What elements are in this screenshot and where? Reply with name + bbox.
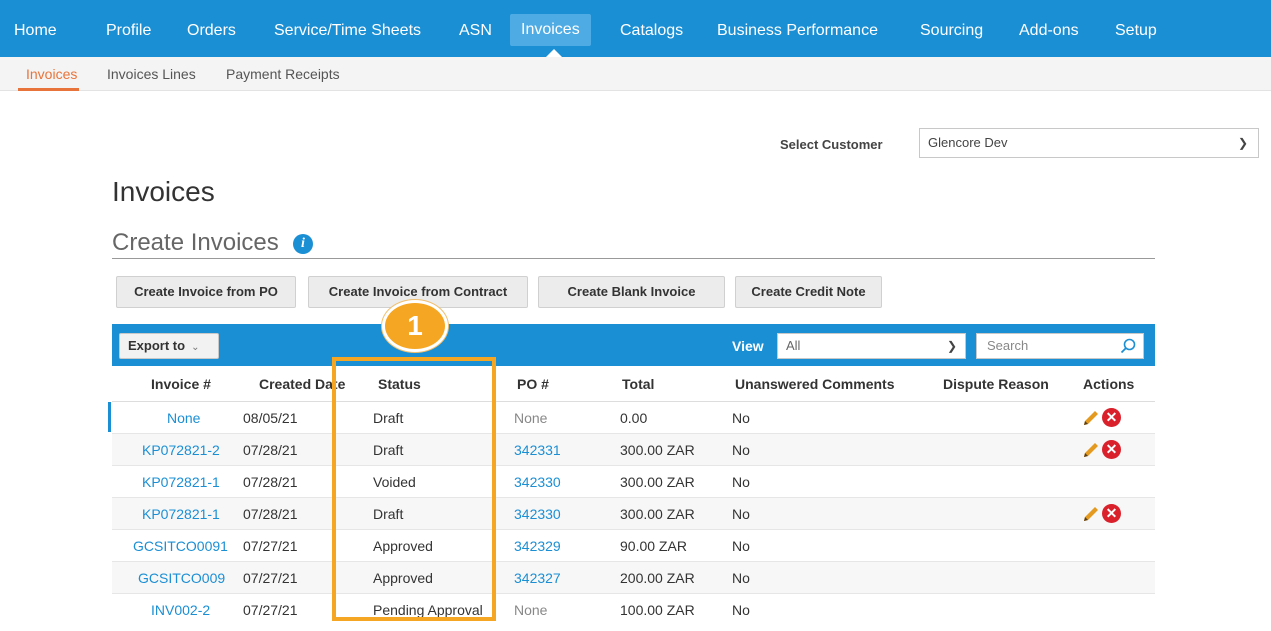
chevron-down-icon: ❯ [1237,136,1248,150]
invoice-number-link[interactable]: KP072821-1 [142,466,220,498]
table-row[interactable]: INV002-2 07/27/21 Pending Approval None … [112,594,1155,623]
nav-service-time-sheets[interactable]: Service/Time Sheets [274,0,421,57]
total-cell: 90.00 ZAR [620,538,687,554]
create-credit-note-button[interactable]: Create Credit Note [735,276,882,308]
table-row[interactable]: KP072821-1 07/28/21 Voided 342330 300.00… [112,466,1155,498]
total-cell: 0.00 [620,410,648,426]
column-header-actions: Actions [1083,376,1135,392]
po-number-cell: None [514,602,548,618]
pencil-icon[interactable] [1082,505,1100,523]
step-badge: 1 [382,300,448,352]
pencil-icon[interactable] [1082,441,1100,459]
created-date-cell: 07/27/21 [243,538,298,554]
chevron-down-icon: ❯ [946,339,957,353]
subnav-invoices-lines[interactable]: Invoices Lines [107,57,196,91]
nav-orders[interactable]: Orders [187,0,236,57]
comments-cell: No [732,474,750,490]
po-number-link[interactable]: 342330 [514,498,561,530]
page-title: Invoices [112,176,215,207]
select-customer-label: Select Customer [780,137,883,152]
status-column-highlight [332,357,496,621]
view-select[interactable]: All ❯ [777,333,966,359]
table-row[interactable]: KP072821-2 07/28/21 Draft 342331 300.00 … [112,434,1155,466]
export-to-label: Export to [128,338,186,353]
total-cell: 300.00 ZAR [620,506,695,522]
invoice-number-link[interactable]: KP072821-1 [142,498,220,530]
created-date-cell: 07/28/21 [243,474,298,490]
po-number-link[interactable]: 342327 [514,562,561,594]
column-header-unanswered-comments[interactable]: Unanswered Comments [735,366,894,402]
create-blank-invoice-button[interactable]: Create Blank Invoice [538,276,725,308]
nav-sourcing[interactable]: Sourcing [920,0,983,57]
table-row[interactable]: KP072821-1 07/28/21 Draft 342330 300.00 … [112,498,1155,530]
view-select-value: All [786,338,801,353]
search-placeholder: Search [987,338,1029,353]
comments-cell: No [732,602,750,618]
comments-cell: No [732,442,750,458]
comments-cell: No [732,538,750,554]
invoice-number-link[interactable]: INV002-2 [151,602,210,631]
column-header-total[interactable]: Total [622,366,654,402]
total-cell: 300.00 ZAR [620,474,695,490]
delete-icon[interactable]: ✕ [1102,408,1121,427]
table-row[interactable]: GCSITCO0091 07/27/21 Approved 342329 90.… [112,530,1155,562]
invoice-number-link[interactable]: GCSITCO0091 [133,530,228,562]
sub-nav: Invoices Invoices Lines Payment Receipts [0,57,1271,91]
delete-icon[interactable]: ✕ [1102,504,1121,523]
invoice-number-link[interactable]: GCSITCO009 [138,562,225,594]
search-icon[interactable] [1119,337,1137,355]
created-date-cell: 08/05/21 [243,410,298,426]
top-nav: Home Profile Orders Service/Time Sheets … [0,0,1271,57]
po-number-link[interactable]: 342330 [514,466,561,498]
nav-invoices[interactable]: Invoices [510,14,591,46]
created-date-cell: 07/27/21 [243,602,298,618]
delete-icon[interactable]: ✕ [1102,440,1121,459]
created-date-cell: 07/27/21 [243,570,298,586]
customer-select[interactable]: Glencore Dev ❯ [919,128,1259,158]
invoice-number-link[interactable]: None [167,402,200,434]
column-header-dispute-reason[interactable]: Dispute Reason [943,366,1049,402]
info-icon[interactable]: i [293,234,313,254]
total-cell: 300.00 ZAR [620,442,695,458]
comments-cell: No [732,506,750,522]
table-row[interactable]: GCSITCO009 07/27/21 Approved 342327 200.… [112,562,1155,594]
nav-catalogs[interactable]: Catalogs [620,0,683,57]
created-date-cell: 07/28/21 [243,442,298,458]
comments-cell: No [732,410,750,426]
comments-cell: No [732,570,750,586]
search-input[interactable]: Search [976,333,1144,359]
section-divider [112,258,1155,259]
export-to-button[interactable]: Export to ⌄ [119,333,219,359]
created-date-cell: 07/28/21 [243,506,298,522]
nav-add-ons[interactable]: Add-ons [1019,0,1079,57]
nav-asn[interactable]: ASN [459,0,492,57]
total-cell: 100.00 ZAR [620,602,695,618]
nav-home[interactable]: Home [14,0,57,57]
po-number-link[interactable]: 342331 [514,434,561,466]
subnav-active-underline [18,88,79,91]
pencil-icon[interactable] [1082,409,1100,427]
nav-business-performance[interactable]: Business Performance [717,0,878,57]
nav-setup[interactable]: Setup [1115,0,1157,57]
subnav-payment-receipts[interactable]: Payment Receipts [226,57,340,91]
subnav-invoices[interactable]: Invoices [26,57,77,91]
nav-profile[interactable]: Profile [106,0,151,57]
view-label: View [732,338,764,354]
customer-select-value: Glencore Dev [928,135,1008,150]
row-selected-marker [108,402,111,432]
active-tab-caret-icon [546,49,562,57]
chevron-down-icon: ⌄ [191,342,200,353]
table-row[interactable]: None 08/05/21 Draft None 0.00 No [112,402,1155,434]
total-cell: 200.00 ZAR [620,570,695,586]
column-header-po[interactable]: PO # [517,366,549,402]
section-title: Create Invoices [112,229,279,256]
create-invoice-from-po-button[interactable]: Create Invoice from PO [116,276,296,308]
column-header-invoice[interactable]: Invoice # [151,366,211,402]
invoice-number-link[interactable]: KP072821-2 [142,434,220,466]
po-number-cell: None [514,410,548,426]
po-number-link[interactable]: 342329 [514,530,561,562]
